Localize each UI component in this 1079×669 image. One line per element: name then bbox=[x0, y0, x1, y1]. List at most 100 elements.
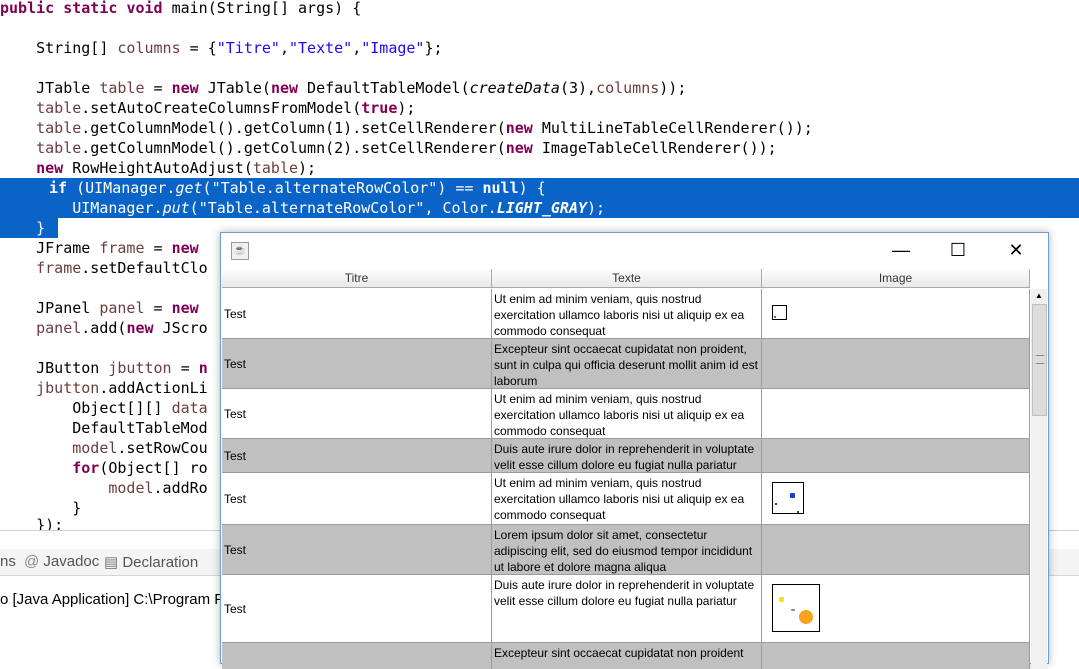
table-row[interactable]: Test Lorem ipsum dolor sit amet, consecte… bbox=[222, 525, 1030, 575]
image-dot bbox=[774, 316, 776, 318]
cell-image[interactable] bbox=[762, 643, 1030, 669]
table-row[interactable]: Test Ut enim ad minim veniam, quis nostru… bbox=[222, 473, 1030, 525]
code-line: frame.setDefaultClo bbox=[0, 258, 208, 278]
table[interactable]: Titre Texte Image Test Ut enim ad minim v… bbox=[222, 269, 1030, 669]
keyword: new bbox=[505, 119, 533, 137]
string: "Titre" bbox=[216, 39, 280, 57]
code-line: DefaultTableMod bbox=[0, 418, 208, 438]
cell-title[interactable]: Test bbox=[222, 575, 492, 643]
cell-text[interactable]: Duis aute irure dolor in reprehenderit i… bbox=[492, 575, 762, 643]
cell-title[interactable]: Test bbox=[222, 339, 492, 389]
close-button[interactable]: ✕ bbox=[993, 233, 1039, 268]
table-row[interactable]: Test Duis aute irure dolor in reprehender… bbox=[222, 439, 1030, 473]
cell-text[interactable]: Duis aute irure dolor in reprehenderit i… bbox=[492, 439, 762, 473]
code-text: = bbox=[171, 359, 199, 377]
cell-text[interactable]: Ut enim ad minim veniam, quis nostrud ex… bbox=[492, 389, 762, 439]
column-header-titre[interactable]: Titre bbox=[222, 269, 492, 288]
cell-title[interactable]: Test bbox=[222, 289, 492, 339]
cell-text[interactable]: Excepteur sint occaecat cupidatat non pr… bbox=[492, 339, 762, 389]
code-text: ImageTableCellRenderer()); bbox=[532, 139, 777, 157]
keyword: new bbox=[270, 79, 299, 97]
keyword: new bbox=[36, 159, 64, 177]
cell-image[interactable] bbox=[762, 439, 1030, 473]
constant: LIGHT_GRAY bbox=[496, 199, 588, 217]
code-text: RowHeightAutoAdjust( bbox=[63, 159, 253, 177]
cell-image[interactable] bbox=[762, 339, 1030, 389]
vertical-scrollbar[interactable]: ▲ bbox=[1031, 289, 1047, 669]
cell-image[interactable] bbox=[762, 389, 1030, 439]
scroll-up-arrow-icon[interactable]: ▲ bbox=[1031, 289, 1047, 303]
table-row[interactable]: Excepteur sint occaecat cupidatat non pr… bbox=[222, 643, 1030, 669]
keyword: new bbox=[171, 239, 199, 257]
cell-title[interactable]: Test bbox=[222, 439, 492, 473]
tab-problems[interactable]: ns bbox=[0, 553, 16, 570]
code-text: ( bbox=[189, 199, 199, 217]
variable: frame bbox=[99, 239, 145, 257]
title-bar[interactable]: ☕ — ☐ ✕ bbox=[221, 233, 1048, 268]
variable: panel bbox=[36, 319, 82, 337]
code-text: = { bbox=[180, 39, 217, 57]
cell-image[interactable] bbox=[762, 525, 1030, 575]
code-text: , Color. bbox=[424, 199, 497, 217]
cell-text[interactable]: Excepteur sint occaecat cupidatat non pr… bbox=[492, 643, 762, 669]
keyword: for bbox=[72, 459, 100, 477]
variable: data bbox=[171, 399, 208, 417]
code-text: JFrame bbox=[0, 239, 100, 257]
code-text: ); bbox=[298, 159, 317, 177]
cell-image[interactable] bbox=[762, 575, 1030, 643]
tab-declaration[interactable]: ▤ Declaration bbox=[104, 553, 198, 571]
cell-text[interactable]: Lorem ipsum dolor sit amet, consectetur … bbox=[492, 525, 762, 575]
code-line: JTable table = new JTable(new DefaultTab… bbox=[0, 78, 686, 98]
cell-text[interactable]: Ut enim ad minim veniam, quis nostrud ex… bbox=[492, 289, 762, 339]
string: "Table.alternateRowColor" bbox=[211, 179, 438, 197]
table-row[interactable]: Test Excepteur sint occaecat cupidatat no… bbox=[222, 339, 1030, 389]
variable: jbutton bbox=[108, 359, 172, 377]
code-text: , bbox=[279, 39, 289, 57]
cell-title[interactable]: Test bbox=[222, 525, 492, 575]
image-thumbnail bbox=[772, 482, 804, 514]
cell-title[interactable]: Test bbox=[222, 389, 492, 439]
image-dot bbox=[790, 493, 795, 498]
keyword: new bbox=[505, 139, 533, 157]
cell-image[interactable] bbox=[762, 289, 1030, 339]
table-row[interactable]: Test Ut enim ad minim veniam, quis nostru… bbox=[222, 289, 1030, 339]
column-header-image[interactable]: Image bbox=[762, 269, 1030, 288]
string: "Table.alternateRowColor" bbox=[198, 199, 425, 217]
code-line: table.getColumnModel().getColumn(2).setC… bbox=[0, 138, 777, 158]
table-row[interactable]: Test Ut enim ad minim veniam, quis nostru… bbox=[222, 389, 1030, 439]
minimize-button[interactable]: — bbox=[878, 233, 924, 268]
tab-label: Javadoc bbox=[43, 553, 100, 570]
variable: table bbox=[99, 79, 145, 97]
code-text: )); bbox=[659, 79, 687, 97]
code-text: = bbox=[144, 239, 172, 257]
code-text: ); bbox=[397, 99, 416, 117]
string: "Texte" bbox=[289, 39, 353, 57]
code-line: Object[][] data bbox=[0, 398, 208, 418]
maximize-button[interactable]: ☐ bbox=[935, 233, 981, 268]
code-line: jbutton.addActionLi bbox=[0, 378, 208, 398]
cell-title[interactable] bbox=[222, 643, 492, 669]
variable: columns bbox=[596, 79, 660, 97]
code-line: new RowHeightAutoAdjust(table); bbox=[0, 158, 316, 178]
java-window[interactable]: ☕ — ☐ ✕ Titre Texte Image Test Ut enim ad… bbox=[220, 232, 1049, 669]
cell-title[interactable]: Test bbox=[222, 473, 492, 525]
variable: table bbox=[36, 119, 82, 137]
tab-javadoc[interactable]: @ Javadoc bbox=[24, 553, 99, 570]
code-text: DefaultTableMod bbox=[0, 419, 208, 437]
code-line-selected: UIManager.put("Table.alternateRowColor",… bbox=[0, 198, 1079, 218]
java-icon: ☕ bbox=[231, 242, 249, 260]
keyword: public bbox=[0, 0, 55, 17]
cell-text[interactable]: Ut enim ad minim veniam, quis nostrud ex… bbox=[492, 473, 762, 525]
image-thumbnail bbox=[772, 584, 820, 632]
scroll-thumb[interactable] bbox=[1032, 304, 1047, 416]
code-text: ) { bbox=[518, 179, 546, 197]
grip-icon bbox=[1036, 355, 1044, 364]
code-line: table.setAutoCreateColumnsFromModel(true… bbox=[0, 98, 415, 118]
column-header-texte[interactable]: Texte bbox=[492, 269, 762, 288]
cell-image[interactable] bbox=[762, 473, 1030, 525]
at-icon: @ bbox=[24, 553, 44, 570]
table-row[interactable]: Test Duis aute irure dolor in reprehender… bbox=[222, 575, 1030, 643]
